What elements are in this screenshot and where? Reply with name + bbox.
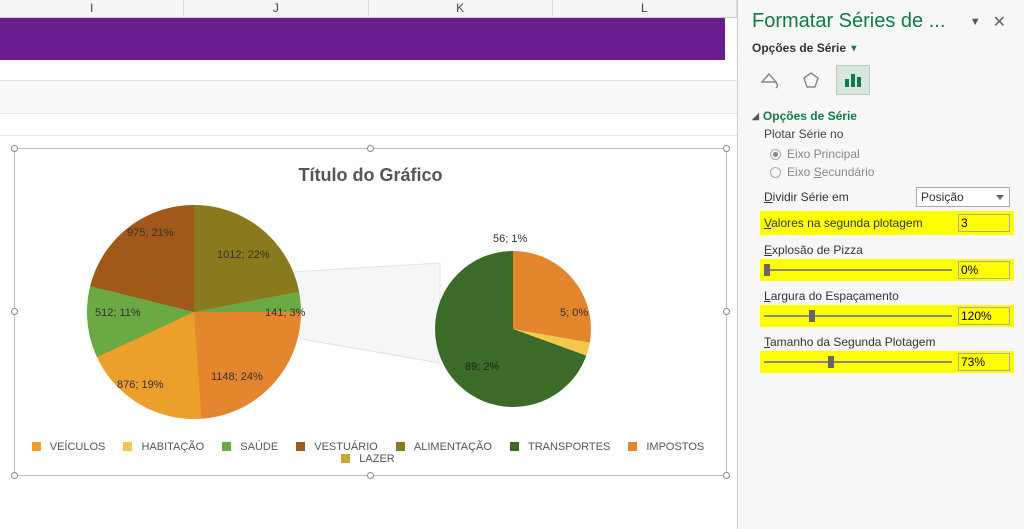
values-second-plot-input[interactable] [958, 214, 1010, 232]
format-pane: Formatar Séries de ... ▼ ✕ Opções de Sér… [738, 0, 1024, 529]
slice-label: 1012; 22% [217, 249, 270, 261]
column-headers[interactable]: I J K L [0, 0, 737, 18]
explosion-label: Explosão de Pizza [764, 243, 1014, 257]
collapse-icon[interactable]: ◢ [752, 111, 759, 122]
slice-label: 975; 21% [127, 227, 173, 239]
pane-title: Formatar Séries de ... [752, 10, 966, 33]
second-plot-size-input[interactable] [958, 353, 1010, 371]
chart-legend[interactable]: VEÍCULOS HABITAÇÃO SAÚDE VESTUÁRIO ALIME… [15, 441, 726, 465]
col-I[interactable]: I [0, 0, 184, 17]
chart-object[interactable]: Título do Gráfico 1012; 22% 141; 3% 1148… [14, 148, 727, 476]
gap-width-slider[interactable] [764, 309, 952, 323]
col-L[interactable]: L [553, 0, 737, 17]
second-plot-size-label: Tamanho da Segunda Plotagem [764, 335, 1014, 349]
values-second-plot-row: Valores na segunda plotagem [760, 211, 1014, 235]
resize-handle[interactable] [11, 145, 18, 152]
chevron-down-icon[interactable]: ▾ [851, 43, 856, 54]
col-J[interactable]: J [184, 0, 368, 17]
second-plot-size-slider[interactable] [764, 355, 952, 369]
row-gap [0, 60, 737, 136]
legend-item[interactable]: VEÍCULOS [32, 441, 111, 453]
legend-item[interactable]: IMPOSTOS [628, 441, 709, 453]
legend-item[interactable]: VESTUÁRIO [296, 441, 383, 453]
fill-tab-icon[interactable] [752, 65, 786, 95]
slice-label: 141; 3% [265, 307, 305, 319]
chart-title[interactable]: Título do Gráfico [15, 165, 726, 186]
resize-handle[interactable] [367, 472, 374, 479]
section-title: Opções de Série [763, 109, 857, 123]
resize-handle[interactable] [723, 472, 730, 479]
split-label: Dividir Série em [764, 190, 908, 204]
series-tab-icon[interactable] [836, 65, 870, 95]
legend-item[interactable]: LAZER [341, 453, 399, 465]
explosion-input[interactable] [958, 261, 1010, 279]
slice-label: 1148; 24% [211, 371, 263, 383]
slice-label: 876; 19% [117, 379, 163, 391]
pane-menu-icon[interactable]: ▼ [970, 16, 981, 28]
legend-item[interactable]: SAÚDE [222, 441, 283, 453]
col-K[interactable]: K [369, 0, 553, 17]
close-icon[interactable]: ✕ [989, 12, 1010, 32]
legend-item[interactable]: ALIMENTAÇÃO [396, 441, 497, 453]
slice-label: 89; 2% [465, 361, 499, 373]
resize-handle[interactable] [723, 145, 730, 152]
secondary-pie[interactable] [435, 251, 591, 407]
axis-secondary-radio: Eixo Secundário [738, 163, 1024, 181]
resize-handle[interactable] [11, 472, 18, 479]
header-fill [0, 18, 725, 60]
axis-primary-radio: Eixo Principal [738, 145, 1024, 163]
gap-width-label: Largura do Espaçamento [764, 289, 1014, 303]
gap-width-input[interactable] [958, 307, 1010, 325]
legend-item[interactable]: HABITAÇÃO [123, 441, 209, 453]
legend-item[interactable]: TRANSPORTES [510, 441, 615, 453]
radio-icon [770, 167, 781, 178]
slice-label: 512; 11% [95, 307, 141, 319]
resize-handle[interactable] [367, 145, 374, 152]
effects-tab-icon[interactable] [794, 65, 828, 95]
slice-label: 5; 0% [560, 307, 588, 319]
series-options-dropdown[interactable]: Opções de Série [752, 41, 846, 55]
explosion-slider[interactable] [764, 263, 952, 277]
slice-label: 56; 1% [493, 233, 527, 245]
plot-area[interactable]: 1012; 22% 141; 3% 1148; 24% 876; 19% 512… [15, 203, 726, 423]
plot-on-label: Plotar Série no [738, 125, 1024, 145]
split-combo[interactable]: Posição [916, 187, 1010, 207]
radio-icon [770, 149, 781, 160]
